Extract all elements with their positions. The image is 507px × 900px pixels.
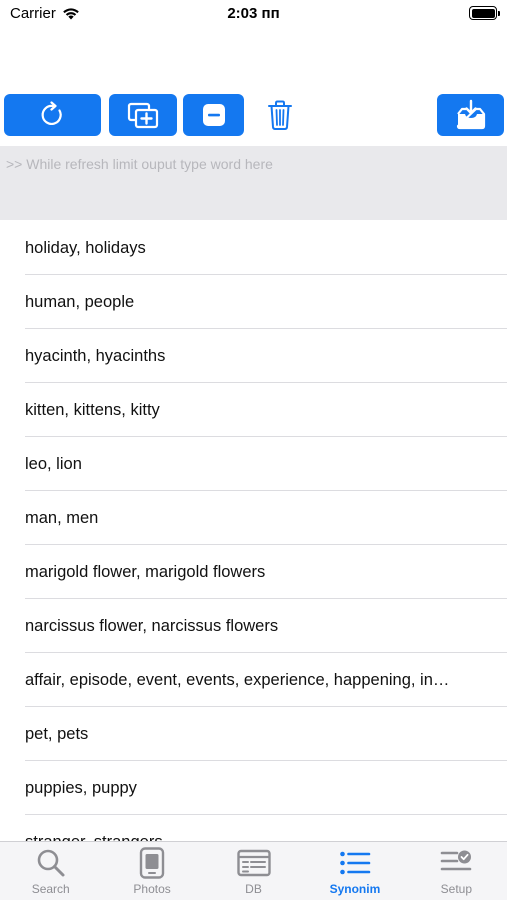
list-item-label: holiday, holidays	[25, 238, 146, 257]
list-item[interactable]: holiday, holidays	[0, 221, 507, 275]
list-item-label: marigold flower, marigold flowers	[25, 562, 266, 581]
add-copy-icon	[127, 102, 159, 129]
list-item[interactable]: hyacinth, hyacinths	[0, 329, 507, 383]
add-button[interactable]	[109, 94, 177, 136]
tab-search[interactable]: Search	[0, 842, 101, 900]
list-item-label: man, men	[25, 508, 99, 527]
list-item-label: kitten, kittens, kitty	[25, 400, 160, 419]
tab-setup-label: Setup	[440, 882, 472, 896]
list-item[interactable]: leo, lion	[0, 437, 507, 491]
trash-button[interactable]	[262, 94, 298, 136]
status-time: 2:03 пп	[227, 5, 280, 22]
list-item-label: narcissus flower, narcissus flowers	[25, 616, 279, 635]
tab-synonim-label: Synonim	[329, 882, 381, 896]
search-icon	[37, 849, 65, 877]
word-filter-area[interactable]	[0, 146, 507, 220]
list-item[interactable]: stranger, strangers	[0, 815, 507, 842]
list-item[interactable]: puppies, puppy	[0, 761, 507, 815]
refresh-button[interactable]	[4, 94, 101, 136]
tab-bar: Search Photos DB Synonim Setup	[0, 841, 507, 900]
list-item[interactable]: human, people	[0, 275, 507, 329]
tab-photos-label: Photos	[133, 882, 171, 896]
list-item-label: leo, lion	[25, 454, 82, 473]
trash-icon	[268, 100, 292, 130]
list-item[interactable]: pet, pets	[0, 707, 507, 761]
list-item[interactable]: narcissus flower, narcissus flowers	[0, 599, 507, 653]
list-icon	[340, 851, 371, 875]
tab-setup[interactable]: Setup	[406, 842, 507, 900]
list-item[interactable]: affair, episode, event, events, experien…	[0, 653, 507, 707]
list-item-label: pet, pets	[25, 724, 89, 743]
tab-synonim[interactable]: Synonim	[304, 842, 405, 900]
list-item[interactable]: man, men	[0, 491, 507, 545]
battery-icon	[469, 6, 500, 20]
toolbar	[0, 94, 507, 136]
tab-search-label: Search	[31, 882, 70, 896]
photos-icon	[139, 847, 165, 879]
tab-db-label: DB	[245, 882, 262, 896]
download-tray-icon	[456, 99, 485, 130]
list-item-label: puppies, puppy	[25, 778, 137, 797]
list-item-label: human, people	[25, 292, 135, 311]
list-item[interactable]: kitten, kittens, kitty	[0, 383, 507, 437]
db-icon	[236, 849, 271, 877]
setup-icon	[441, 850, 472, 871]
synonym-list[interactable]: holiday, holidays human, people hyacinth…	[0, 221, 507, 841]
tab-db[interactable]: DB	[203, 842, 304, 900]
word-filter-input[interactable]	[6, 154, 501, 174]
download-button[interactable]	[437, 94, 504, 136]
status-bar: Carrier 2:03 пп	[0, 0, 507, 28]
list-item-label: affair, episode, event, events, experien…	[25, 670, 450, 689]
remove-button[interactable]	[183, 94, 244, 136]
tab-photos[interactable]: Photos	[101, 842, 202, 900]
list-item[interactable]: marigold flower, marigold flowers	[0, 545, 507, 599]
list-item-label: stranger, strangers	[25, 833, 163, 842]
refresh-icon	[41, 101, 62, 125]
minus-icon	[202, 104, 225, 126]
list-item-label: hyacinth, hyacinths	[25, 346, 166, 365]
